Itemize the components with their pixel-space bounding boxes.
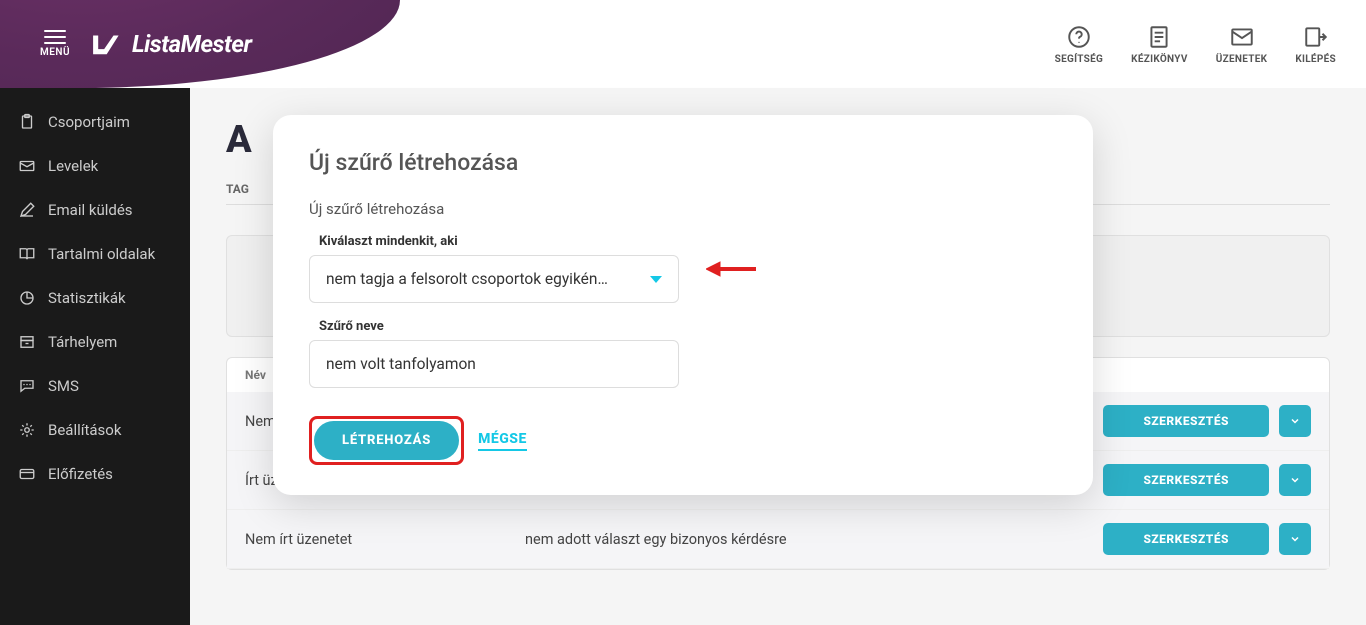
sidebar-item-sms[interactable]: SMS — [0, 364, 190, 408]
gear-icon — [18, 421, 36, 439]
pencil-icon — [18, 201, 36, 219]
edit-button[interactable]: SZERKESZTÉS — [1103, 464, 1269, 496]
topnav-manual[interactable]: KÉZIKÖNYV — [1131, 24, 1188, 65]
logout-icon — [1303, 24, 1329, 50]
sidebar-item-send-email[interactable]: Email küldés — [0, 188, 190, 232]
top-bar-brand-area: MENÜ ListaMester — [0, 0, 400, 88]
cancel-button[interactable]: MÉGSE — [478, 431, 527, 451]
row-menu-button[interactable] — [1279, 464, 1311, 496]
select-value: nem tagja a felsorolt csoportok egyikén… — [326, 270, 608, 288]
chevron-down-icon — [1289, 415, 1301, 427]
clipboard-icon — [18, 113, 36, 131]
row-name: Nem írt üzenetet — [245, 531, 525, 548]
filter-name-input[interactable] — [326, 355, 662, 373]
top-bar: MENÜ ListaMester SEGÍTSÉG KÉZIKÖNYV ÜZEN… — [0, 0, 1366, 88]
create-button[interactable]: LÉTREHOZÁS — [314, 421, 459, 460]
condition-select[interactable]: nem tagja a felsorolt csoportok egyikén… — [309, 255, 679, 303]
logo[interactable]: ListaMester — [88, 27, 251, 61]
archive-icon — [18, 333, 36, 351]
modal-actions: LÉTREHOZÁS MÉGSE — [309, 416, 1057, 465]
sidebar-item-label: Tartalmi oldalak — [48, 245, 155, 263]
filter-name-input-wrapper — [309, 340, 679, 388]
menu-button[interactable]: MENÜ — [40, 30, 70, 58]
card-icon — [18, 465, 36, 483]
topnav-help[interactable]: SEGÍTSÉG — [1055, 24, 1104, 65]
create-filter-modal: Új szűrő létrehozása Új szűrő létrehozás… — [273, 115, 1093, 495]
modal-title: Új szűrő létrehozása — [309, 149, 1057, 176]
pie-chart-icon — [18, 289, 36, 307]
sidebar-item-label: Csoportjaim — [48, 113, 130, 131]
sidebar-item-letters[interactable]: Levelek — [0, 144, 190, 188]
hamburger-icon — [44, 30, 66, 44]
topnav-messages[interactable]: ÜZENETEK — [1216, 24, 1268, 65]
chevron-down-icon — [1289, 474, 1301, 486]
field-label-select: Kiválaszt mindenkit, aki — [319, 234, 1057, 249]
topnav-label: ÜZENETEK — [1216, 54, 1268, 65]
sidebar-item-groups[interactable]: Csoportjaim — [0, 100, 190, 144]
chevron-down-icon — [1289, 533, 1301, 545]
row-desc: nem adott választ egy bizonyos kérdésre — [525, 531, 1103, 548]
message-icon — [18, 377, 36, 395]
tab[interactable]: TAG — [226, 182, 249, 196]
caret-down-icon — [650, 276, 662, 283]
topnav-logout[interactable]: KILÉPÉS — [1295, 24, 1336, 65]
annotation-arrow — [706, 257, 756, 285]
row-menu-button[interactable] — [1279, 405, 1311, 437]
sidebar-item-storage[interactable]: Tárhelyem — [0, 320, 190, 364]
sidebar-item-label: Levelek — [48, 157, 98, 175]
sidebar-item-label: Előfizetés — [48, 465, 113, 483]
sidebar-item-label: Email küldés — [48, 201, 133, 219]
document-icon — [1146, 24, 1172, 50]
sidebar-item-statistics[interactable]: Statisztikák — [0, 276, 190, 320]
envelope-icon — [1229, 24, 1255, 50]
sidebar-item-label: Statisztikák — [48, 289, 126, 307]
table-row: Nem írt üzenetet nem adott választ egy b… — [227, 510, 1329, 569]
edit-button[interactable]: SZERKESZTÉS — [1103, 405, 1269, 437]
top-bar-right: SEGÍTSÉG KÉZIKÖNYV ÜZENETEK KILÉPÉS — [1055, 24, 1366, 65]
menu-label: MENÜ — [40, 47, 70, 58]
mail-icon — [18, 157, 36, 175]
create-button-highlight: LÉTREHOZÁS — [309, 416, 464, 465]
edit-button[interactable]: SZERKESZTÉS — [1103, 523, 1269, 555]
logo-mark-icon — [88, 27, 122, 61]
logo-text: ListaMester — [132, 30, 251, 58]
field-label-name: Szűrő neve — [319, 319, 1057, 334]
sidebar-item-label: SMS — [48, 377, 79, 395]
sidebar-item-label: Beállítások — [48, 421, 121, 439]
row-menu-button[interactable] — [1279, 523, 1311, 555]
modal-subtitle: Új szűrő létrehozása — [309, 200, 1057, 218]
book-open-icon — [18, 245, 36, 263]
sidebar-item-settings[interactable]: Beállítások — [0, 408, 190, 452]
sidebar-item-label: Tárhelyem — [48, 333, 117, 351]
sidebar: Csoportjaim Levelek Email küldés Tartalm… — [0, 88, 190, 625]
help-circle-icon — [1066, 24, 1092, 50]
sidebar-item-subscription[interactable]: Előfizetés — [0, 452, 190, 496]
topnav-label: SEGÍTSÉG — [1055, 54, 1104, 65]
topnav-label: KÉZIKÖNYV — [1131, 54, 1188, 65]
topnav-label: KILÉPÉS — [1295, 54, 1336, 65]
sidebar-item-content-pages[interactable]: Tartalmi oldalak — [0, 232, 190, 276]
